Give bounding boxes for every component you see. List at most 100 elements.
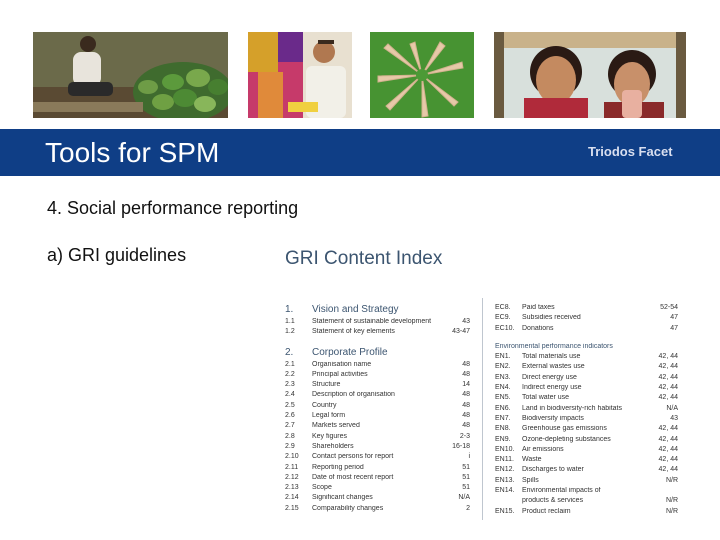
index-page: 42, 44: [658, 384, 678, 392]
section-heading: 4. Social performance reporting: [47, 198, 299, 218]
index-number: EN2.: [495, 363, 511, 371]
index-label: Corporate Profile: [312, 346, 388, 358]
index-page: i: [468, 453, 470, 461]
index-row: EN11. Waste 42, 44: [495, 456, 678, 466]
index-page: 48: [462, 401, 470, 409]
index-section: 2. Corporate Profile: [285, 347, 470, 361]
index-label: Air emissions: [522, 445, 564, 453]
index-row: EN12. Discharges to water 42, 44: [495, 466, 678, 476]
index-number: 2.15: [285, 504, 299, 512]
index-row: EN1. Total materials use 42, 44: [495, 353, 678, 363]
index-label: Paid taxes: [522, 304, 555, 311]
index-label: Greenhouse gas emissions: [522, 425, 607, 433]
index-number: 1.: [285, 304, 294, 315]
index-label: External wastes use: [522, 363, 585, 371]
index-page: N/A: [666, 404, 678, 412]
index-number: 2.14: [285, 494, 299, 502]
index-page: 48: [462, 412, 470, 420]
index-row: EN15. Product reclaim N/R: [495, 508, 678, 518]
index-page: 42, 44: [658, 425, 678, 433]
index-number: EN13.: [495, 476, 515, 484]
index-row: 1.1 Statement of sustainable development 4…: [285, 318, 470, 328]
index-row: EN4. Indirect energy use 42, 44: [495, 384, 678, 394]
index-number: 2.9: [285, 442, 295, 450]
index-group-heading: Environmental performance indicators: [495, 343, 678, 353]
index-number: EN3.: [495, 373, 511, 381]
index-row: EN14. Environmental impacts of: [495, 487, 678, 497]
index-label: Country: [312, 401, 337, 409]
index-label: Contact persons for report: [312, 453, 394, 461]
index-label: Total water use: [522, 394, 570, 402]
index-number: EC10.: [495, 324, 515, 332]
index-page: 51: [462, 484, 470, 492]
index-label: Direct energy use: [522, 373, 577, 381]
index-page: 48: [462, 422, 470, 430]
index-number: 2.8: [285, 432, 295, 440]
index-page: 16-18: [452, 442, 470, 450]
index-row: 2.9 Shareholders 16-18: [285, 443, 470, 453]
index-number: 2.5: [285, 401, 295, 409]
index-page: 42, 44: [658, 353, 678, 361]
index-number: EN15.: [495, 507, 515, 515]
index-row: 2.13 Scope 51: [285, 484, 470, 494]
index-row: EN3. Direct energy use 42, 44: [495, 374, 678, 384]
index-number: 2.13: [285, 484, 299, 492]
index-page: N/A: [458, 494, 470, 502]
index-page: 47: [670, 314, 678, 322]
index-page: 42, 44: [658, 466, 678, 474]
index-page: 48: [462, 391, 470, 399]
index-label: Waste: [522, 456, 542, 464]
index-row: 2.1 Organisation name 48: [285, 361, 470, 371]
index-number: EC9.: [495, 314, 511, 322]
index-row: EC9. Subsidies received 47: [495, 314, 678, 324]
index-row: EN9. Ozone-depleting substances 42, 44: [495, 436, 678, 446]
index-label: Ozone-depleting substances: [522, 435, 611, 443]
index-row: 2.15 Comparability changes 2: [285, 505, 470, 515]
index-row: 2.7 Markets served 48: [285, 422, 470, 432]
index-label: Environmental impacts of: [522, 487, 601, 495]
index-page: 2-3: [459, 432, 470, 440]
index-label: Discharges to water: [522, 466, 584, 474]
index-number: EN1.: [495, 353, 511, 361]
brand-logo-text: Triodos Facet: [588, 144, 673, 159]
index-page: 42, 44: [658, 456, 678, 464]
index-row: 2.6 Legal form 48: [285, 412, 470, 422]
index-page: 2: [466, 504, 470, 512]
index-row: products & services N/R: [495, 497, 678, 507]
gri-index-title: GRI Content Index: [285, 248, 443, 269]
index-number: EN10.: [495, 445, 515, 453]
index-row: 1.2 Statement of key elements 43-47: [285, 328, 470, 338]
index-number: 2.1: [285, 360, 295, 368]
index-label: Legal form: [312, 412, 346, 420]
index-row: 2.5 Country 48: [285, 402, 470, 412]
page-title: Tools for SPM: [45, 137, 220, 168]
index-label: Scope: [312, 484, 332, 492]
photo-hands-in-circle: [370, 32, 474, 118]
index-row: 2.2 Principal activities 48: [285, 371, 470, 381]
index-label: Biodiversity impacts: [522, 414, 584, 422]
index-number: 2.7: [285, 422, 295, 430]
index-row: EN13. Spills N/R: [495, 477, 678, 487]
index-label: Description of organisation: [312, 391, 395, 399]
index-label: Vision and Strategy: [312, 304, 399, 315]
index-number: EN6.: [495, 404, 511, 412]
index-label: Donations: [522, 324, 554, 332]
index-row: EC8. Paid taxes 52-54: [495, 304, 678, 314]
photo-woman-with-watermelons: [33, 32, 228, 118]
index-row: EN2. External wastes use 42, 44: [495, 363, 678, 373]
index-page: 42, 44: [658, 435, 678, 443]
index-number: 2.4: [285, 391, 295, 399]
index-label: Indirect energy use: [522, 384, 582, 392]
photo-woman-with-textiles: [248, 32, 352, 118]
index-row: 2.10 Contact persons for report i: [285, 453, 470, 463]
index-page: 51: [462, 473, 470, 481]
index-number: 2.10: [285, 453, 299, 461]
index-number: 2.3: [285, 381, 295, 389]
gri-index-right-column: EC8. Paid taxes 52-54 EC9. Subsidies receive…: [495, 304, 678, 518]
index-group-label: Environmental performance indicators: [495, 342, 613, 350]
index-row: EN6. Land in biodiversity-rich habitats N/…: [495, 405, 678, 415]
index-number: 2.11: [285, 463, 299, 471]
index-label: products & services: [522, 497, 584, 505]
